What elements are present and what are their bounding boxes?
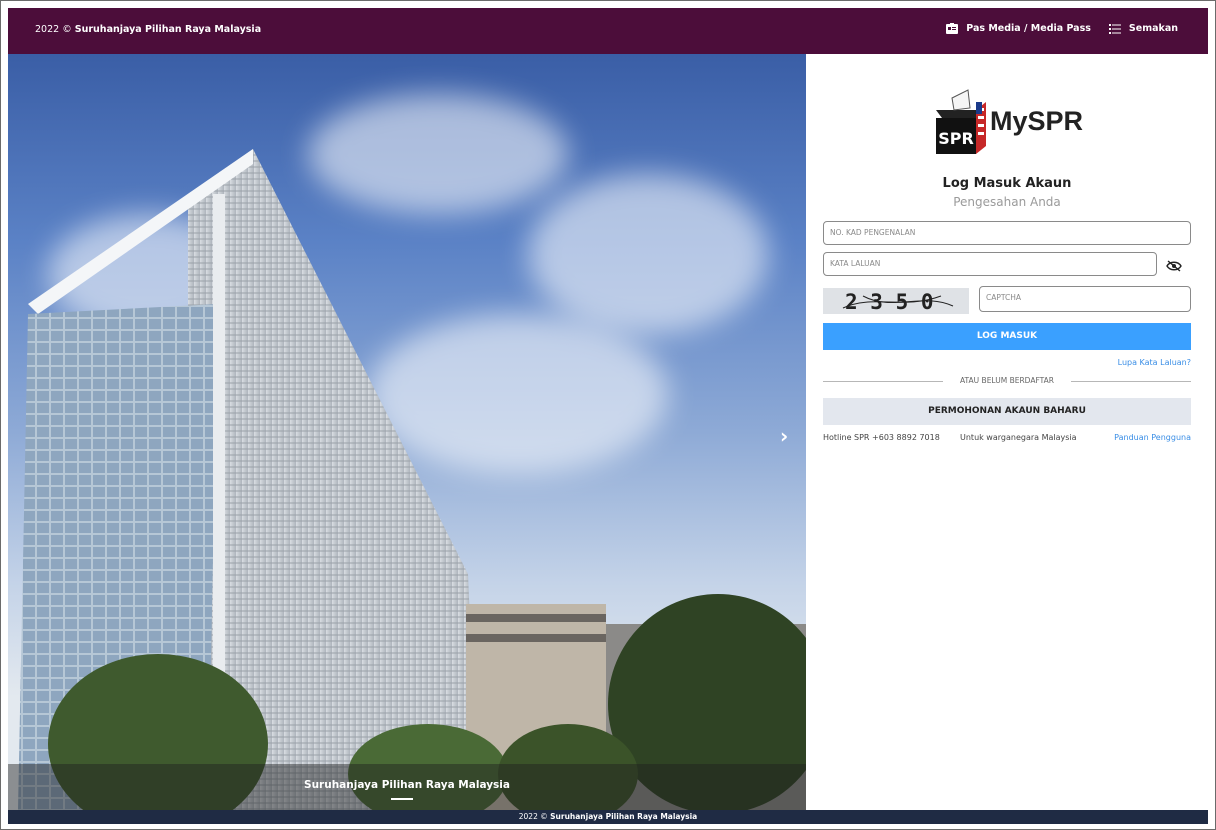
- footer-year: 2022: [518, 812, 538, 821]
- topbar-org-name: Suruhanjaya Pilihan Raya Malaysia: [74, 24, 262, 35]
- forgot-password-link[interactable]: Lupa Kata Laluan?: [1118, 358, 1191, 367]
- divider-text: ATAU BELUM BERDAFTAR: [960, 376, 1054, 385]
- footer: 2022 © Suruhanjaya Pilihan Raya Malaysia: [8, 810, 1208, 824]
- list-icon: [1108, 23, 1121, 34]
- login-subtitle: Pengesahan Anda: [953, 195, 1061, 209]
- divider: ATAU BELUM BERDAFTAR: [823, 375, 1191, 387]
- carousel-next-button[interactable]: ›: [780, 424, 788, 448]
- footer-copyright-symbol: ©: [540, 812, 548, 821]
- captcha-placeholder: CAPTCHA: [986, 293, 1022, 302]
- hero-carousel: › Suruhanjaya Pilihan Raya Malaysia: [8, 54, 806, 810]
- topbar-copyright: 2022 © Suruhanjaya Pilihan Raya Malaysia: [35, 24, 261, 35]
- page-frame: 2022 © Suruhanjaya Pilihan Raya Malaysia…: [0, 0, 1216, 830]
- semakan-label: Semakan: [1128, 23, 1178, 34]
- topbar-nav: Pas Media / Media Pass Semakan: [946, 23, 1178, 34]
- footer-org-name: Suruhanjaya Pilihan Raya Malaysia: [550, 812, 698, 821]
- password-input[interactable]: KATA LALUAN: [823, 252, 1157, 276]
- register-button[interactable]: PERMOHONAN AKAUN BAHARU: [823, 398, 1191, 425]
- carousel-indicator[interactable]: [391, 798, 413, 800]
- captcha-input[interactable]: CAPTCHA: [979, 286, 1191, 312]
- topbar-year: 2022: [35, 24, 60, 35]
- user-guide-link[interactable]: Panduan Pengguna: [1114, 433, 1191, 442]
- myspr-logo: SPR MySPR: [930, 84, 1090, 156]
- password-placeholder: KATA LALUAN: [830, 259, 881, 268]
- logo-text: SPR: [938, 129, 974, 148]
- ic-number-placeholder: NO. KAD PENGENALAN: [830, 228, 916, 237]
- carousel-caption-text: Suruhanjaya Pilihan Raya Malaysia: [304, 779, 510, 791]
- semakan-link[interactable]: Semakan: [1108, 23, 1178, 34]
- chevron-right-icon: ›: [780, 424, 789, 448]
- media-pass-label: Pas Media / Media Pass: [966, 23, 1091, 34]
- page: 2022 © Suruhanjaya Pilihan Raya Malaysia…: [8, 8, 1208, 824]
- top-bar: 2022 © Suruhanjaya Pilihan Raya Malaysia…: [8, 8, 1208, 54]
- login-panel: SPR MySPR Log Masuk Akaun Pengesahan And…: [806, 54, 1208, 810]
- ic-number-input[interactable]: NO. KAD PENGENALAN: [823, 221, 1191, 245]
- login-button[interactable]: LOG MASUK: [823, 323, 1191, 350]
- captcha-image: 2 3 5 0: [823, 288, 969, 314]
- media-pass-link[interactable]: Pas Media / Media Pass: [946, 23, 1091, 34]
- ballot-box-icon: SPR: [936, 89, 986, 154]
- topbar-copyright-symbol: ©: [62, 24, 72, 35]
- building-photo: [18, 149, 806, 810]
- carousel-caption: Suruhanjaya Pilihan Raya Malaysia: [8, 764, 806, 810]
- login-title: Log Masuk Akaun: [942, 176, 1072, 191]
- citizen-note: Untuk warganegara Malaysia: [960, 433, 1077, 442]
- eye-slash-icon[interactable]: [1166, 260, 1182, 272]
- hotline-text: Hotline SPR +603 8892 7018: [823, 433, 940, 442]
- id-card-icon: [946, 23, 959, 34]
- brand-name: MySPR: [990, 106, 1084, 136]
